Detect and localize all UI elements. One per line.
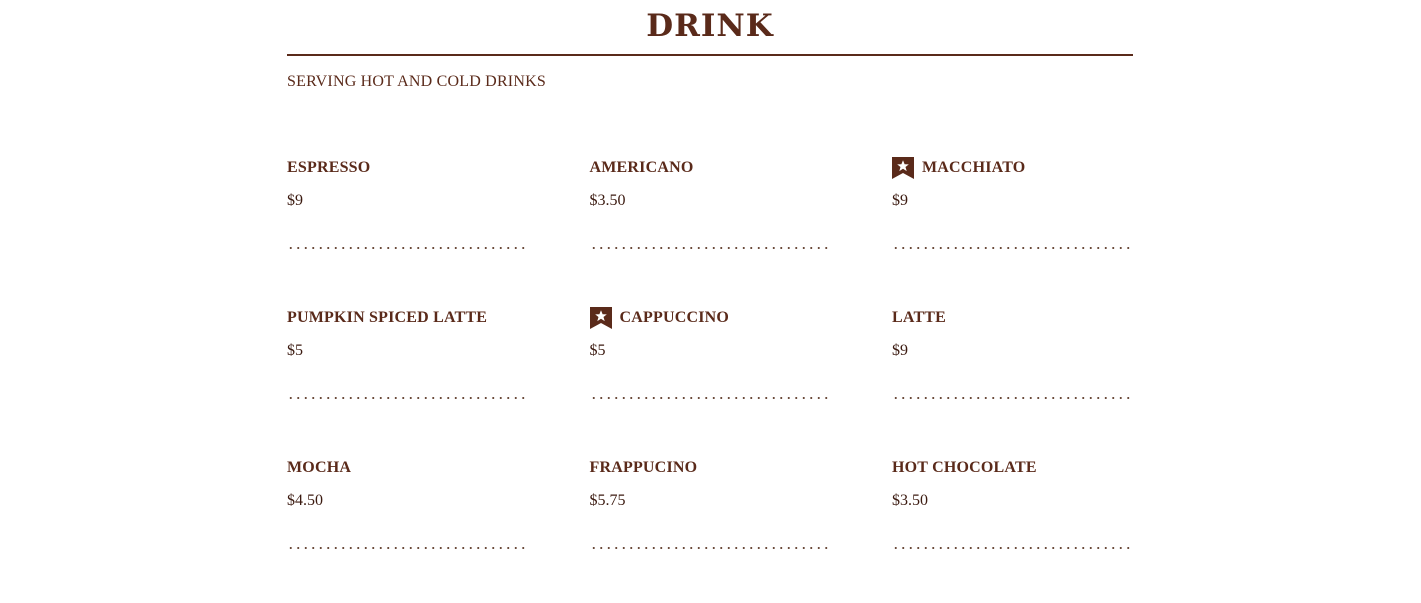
menu-item-name-row: CAPPUCCINO [589, 300, 831, 336]
menu-item: HOT CHOCOLATE $3.50 [892, 450, 1133, 600]
menu-item-price: $5.75 [589, 492, 626, 509]
menu-item-name-row: FRAPPUCINO [590, 450, 831, 486]
dotted-divider [589, 246, 831, 250]
dotted-divider [287, 246, 528, 250]
menu-item-name-row: MACCHIATO [892, 150, 1133, 186]
menu-item: CAPPUCCINO $5 [589, 300, 831, 450]
star-bookmark-icon [589, 307, 612, 329]
menu-item: MOCHA $4.50 [287, 450, 528, 600]
menu-item: PUMPKIN SPICED LATTE $5 [287, 300, 528, 450]
menu-item-name: MACCHIATO [922, 159, 1026, 176]
menu-item-price: $5 [589, 342, 606, 359]
menu-item-price: $9 [287, 192, 303, 209]
menu-item-name: LATTE [892, 309, 947, 326]
menu-item: MACCHIATO $9 [892, 150, 1133, 300]
menu-items-grid: ESPRESSO $9 AMERICANO $3.50 MACCHIATO $9… [287, 150, 1133, 600]
dotted-divider [892, 396, 1133, 400]
menu-item-name-row: LATTE [892, 300, 1133, 336]
section-subtitle: SERVING HOT AND COLD DRINKS [287, 73, 546, 90]
dotted-divider [287, 396, 528, 400]
dotted-divider [892, 246, 1133, 250]
menu-item-name-row: MOCHA [287, 450, 528, 486]
menu-item-price: $3.50 [892, 492, 928, 509]
menu-item: AMERICANO $3.50 [589, 150, 831, 300]
menu-item-name-row: ESPRESSO [287, 150, 528, 186]
menu-item-name: AMERICANO [589, 159, 694, 176]
dotted-divider [589, 396, 831, 400]
menu-item-name-row: PUMPKIN SPICED LATTE [287, 300, 528, 336]
menu-item-price: $5 [287, 342, 303, 359]
menu-item-price: $9 [892, 342, 908, 359]
star-bookmark-icon [892, 157, 914, 179]
menu-item: FRAPPUCINO $5.75 [589, 450, 831, 600]
menu-item-name: PUMPKIN SPICED LATTE [287, 309, 488, 326]
menu-item-name-row: HOT CHOCOLATE [892, 450, 1133, 486]
dotted-divider [287, 546, 528, 550]
drink-menu-section: DRINK SERVING HOT AND COLD DRINKS ESPRES… [287, 0, 1133, 550]
menu-item-name: ESPRESSO [287, 159, 371, 176]
section-title: DRINK [287, 0, 1133, 56]
menu-item-name: FRAPPUCINO [589, 459, 698, 476]
menu-item-name: MOCHA [287, 459, 352, 476]
menu-item-name: HOT CHOCOLATE [892, 459, 1037, 476]
menu-item-name: CAPPUCCINO [619, 309, 730, 326]
menu-item-price: $4.50 [287, 492, 323, 509]
menu-item: ESPRESSO $9 [287, 150, 528, 300]
menu-item-name-row: AMERICANO [590, 150, 831, 186]
menu-item-price: $3.50 [589, 192, 626, 209]
dotted-divider [589, 546, 831, 550]
menu-item: LATTE $9 [892, 300, 1133, 450]
dotted-divider [892, 546, 1133, 550]
menu-item-price: $9 [892, 192, 908, 209]
